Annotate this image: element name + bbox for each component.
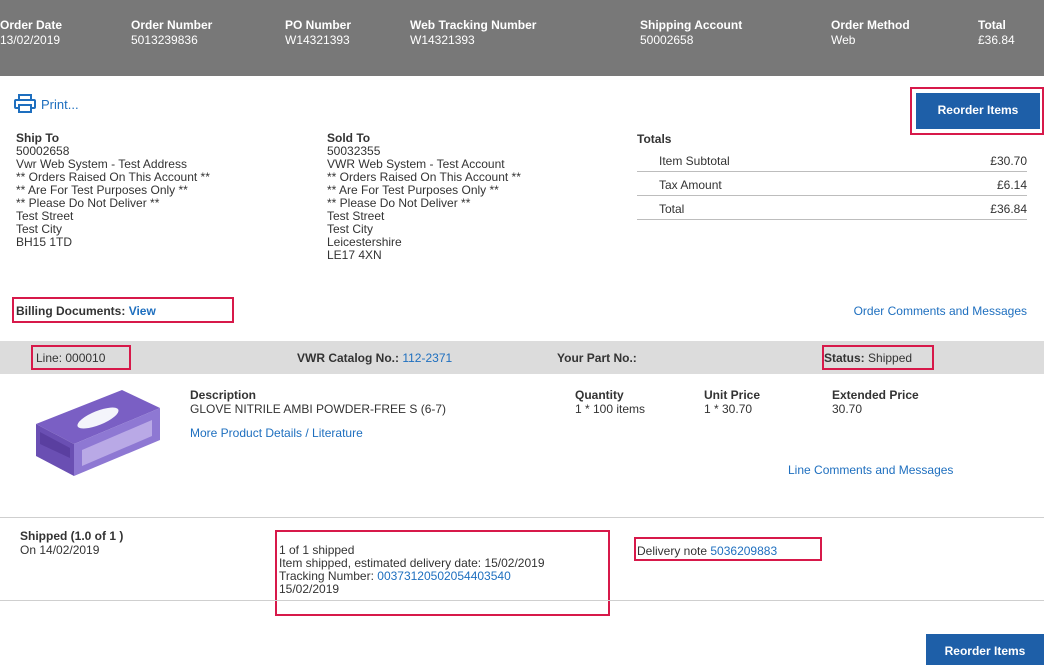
highlight-status (822, 345, 934, 370)
shipment-title: Shipped (1.0 of 1 ) (20, 529, 124, 543)
order-header-bar: Order Date 13/02/2019 Order Number 50132… (0, 0, 1044, 76)
web-tracking-number: Web Tracking Number W14321393 (410, 18, 537, 47)
product-description: GLOVE NITRILE AMBI POWDER-FREE S (6-7) (190, 402, 447, 416)
highlight-delivery (634, 537, 822, 561)
unit-price-header: Unit Price (704, 388, 761, 402)
sold-to-line: LE17 4XN (327, 248, 382, 262)
sold-to-block: Sold To 50032355 VWR Web System - Test A… (327, 132, 521, 262)
line-comments-link[interactable]: Line Comments and Messages (788, 463, 953, 477)
glove-box-illustration (36, 390, 160, 476)
totals-row-total: Total £36.84 (637, 199, 1027, 220)
reorder-items-button-bottom[interactable]: Reorder Items (926, 634, 1044, 665)
catalog-number: VWR Catalog No.: 112-2371 (297, 351, 453, 365)
description-header: Description (190, 388, 257, 402)
divider (0, 600, 1044, 601)
po-number: PO Number W14321393 (285, 18, 352, 47)
highlight-shipment (275, 530, 610, 616)
your-part-number: Your Part No.: (557, 351, 637, 365)
order-date: Order Date 13/02/2019 (0, 18, 63, 47)
totals-row-tax: Tax Amount £6.14 (637, 175, 1027, 196)
highlight-line (31, 345, 131, 370)
unit-price-value: 1 * 30.70 (704, 402, 753, 416)
print-label[interactable]: Print... (41, 97, 79, 112)
order-comments-link[interactable]: Order Comments and Messages (854, 304, 1027, 318)
divider (0, 517, 1044, 518)
order-total: Total £36.84 (978, 18, 1015, 47)
order-number: Order Number 5013239836 (131, 18, 213, 47)
more-product-details-link[interactable]: More Product Details / Literature (190, 426, 363, 440)
product-image (26, 386, 166, 478)
highlight-reorder (910, 87, 1044, 135)
catalog-number-link[interactable]: 112-2371 (402, 351, 452, 365)
quantity-value: 1 * 100 items (575, 402, 646, 416)
order-method: Order Method Web (831, 18, 910, 47)
ship-to-block: Ship To 50002658 Vwr Web System - Test A… (16, 132, 210, 249)
highlight-billing (12, 297, 234, 323)
ship-to-line: BH15 1TD (16, 235, 73, 249)
quantity-header: Quantity (575, 388, 624, 402)
shipping-account: Shipping Account 50002658 (640, 18, 743, 47)
extended-price-value: 30.70 (832, 402, 863, 416)
totals-title: Totals (637, 132, 672, 146)
extended-price-header: Extended Price (832, 388, 919, 402)
totals-row-subtotal: Item Subtotal £30.70 (637, 151, 1027, 172)
printer-icon (14, 94, 36, 113)
shipment-date: On 14/02/2019 (20, 543, 100, 557)
